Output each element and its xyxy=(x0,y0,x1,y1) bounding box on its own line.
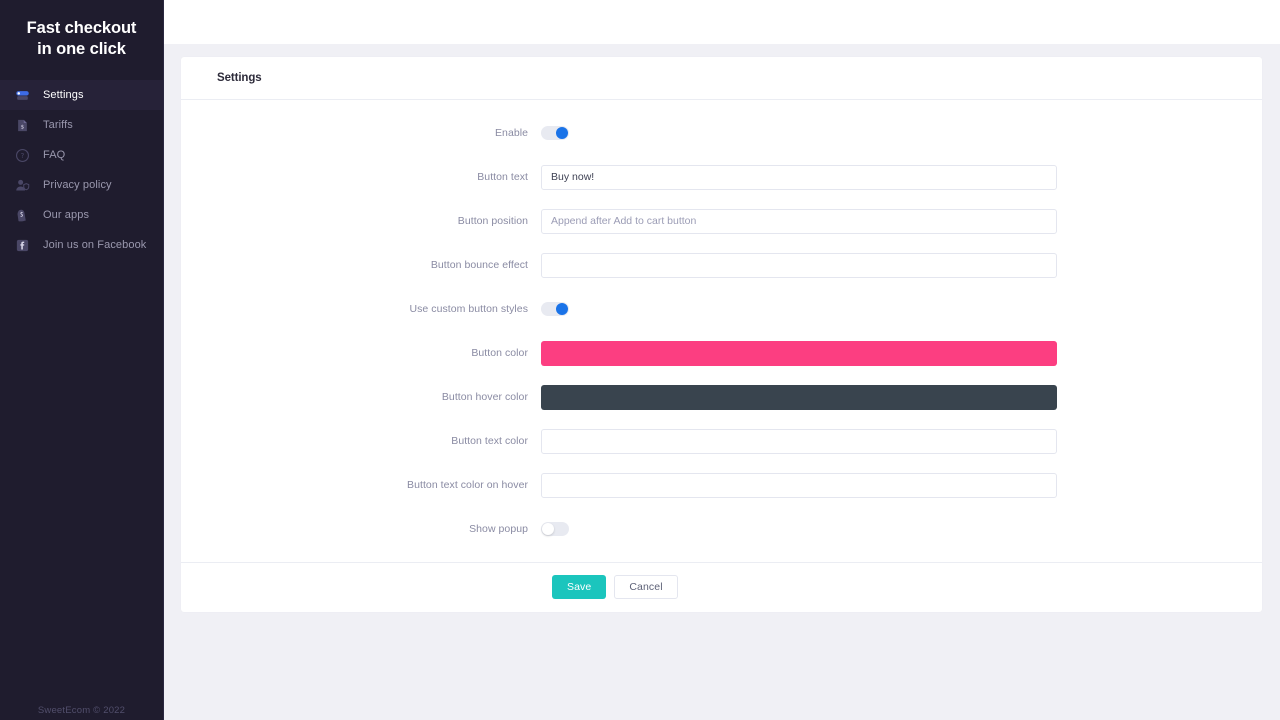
sidebar-item-label: FAQ xyxy=(43,149,65,161)
sidebar: Fast checkout in one click Settings xyxy=(0,0,164,720)
facebook-icon xyxy=(14,237,31,254)
card-footer: Save Cancel xyxy=(181,562,1262,612)
field-label: Button text xyxy=(181,171,541,183)
button-hover-color-swatch[interactable] xyxy=(541,385,1057,410)
user-shield-icon xyxy=(14,177,31,194)
show-popup-toggle[interactable] xyxy=(541,522,569,536)
sidebar-nav: Settings $ Tariffs ? xyxy=(0,80,163,260)
field-label: Button bounce effect xyxy=(181,259,541,271)
brand-line-2: in one click xyxy=(37,39,126,60)
topbar xyxy=(164,0,1280,44)
field-label: Button hover color xyxy=(181,391,541,403)
sidebar-item-faq[interactable]: ? FAQ xyxy=(0,140,163,170)
shopify-bag-icon xyxy=(14,207,31,224)
sidebar-footer-copyright: SweetEcom © 2022 xyxy=(0,705,163,716)
save-button[interactable]: Save xyxy=(552,575,606,599)
brand-line-1: Fast checkout xyxy=(27,18,137,39)
svg-text:?: ? xyxy=(21,152,25,160)
form-row-button-text-color-on-hover: Button text color on hover xyxy=(181,470,1262,500)
form-row-enable: Enable xyxy=(181,118,1262,148)
form-row-button-color: Button color xyxy=(181,338,1262,368)
form-row-button-hover-color: Button hover color xyxy=(181,382,1262,412)
sidebar-item-privacy-policy[interactable]: Privacy policy xyxy=(0,170,163,200)
enable-toggle[interactable] xyxy=(541,126,569,140)
form-row-use-custom-button-styles: Use custom button styles xyxy=(181,294,1262,324)
form-row-button-bounce-effect: Button bounce effect xyxy=(181,250,1262,280)
form-row-show-popup: Show popup xyxy=(181,514,1262,544)
sidebar-item-label: Tariffs xyxy=(43,119,73,131)
sidebar-item-label: Settings xyxy=(43,89,84,101)
card-header: Settings xyxy=(181,57,1262,100)
form-row-button-position: Button position xyxy=(181,206,1262,236)
sidebar-item-settings[interactable]: Settings xyxy=(0,80,163,110)
button-bounce-effect-input[interactable] xyxy=(541,253,1057,278)
cancel-button[interactable]: Cancel xyxy=(614,575,677,599)
page-title: Settings xyxy=(217,72,262,84)
settings-card: Settings Enable Button text xyxy=(181,57,1262,612)
sidebar-item-our-apps[interactable]: Our apps xyxy=(0,200,163,230)
price-document-icon: $ xyxy=(14,117,31,134)
app-root: Fast checkout in one click Settings xyxy=(0,0,1280,720)
field-label: Use custom button styles xyxy=(181,303,541,315)
form-row-button-text-color: Button text color xyxy=(181,426,1262,456)
sidebar-item-label: Our apps xyxy=(43,209,89,221)
toggle-switch-icon xyxy=(14,87,31,104)
sidebar-item-label: Privacy policy xyxy=(43,179,112,191)
main-area: Settings Enable Button text xyxy=(164,0,1280,720)
sidebar-item-label: Join us on Facebook xyxy=(43,239,146,251)
field-label: Button text color xyxy=(181,435,541,447)
field-label: Button text color on hover xyxy=(181,479,541,491)
brand-title: Fast checkout in one click xyxy=(0,0,163,78)
field-label: Enable xyxy=(181,127,541,139)
button-text-color-input[interactable] xyxy=(541,429,1057,454)
button-text-input[interactable] xyxy=(541,165,1057,190)
button-color-swatch[interactable] xyxy=(541,341,1057,366)
question-circle-icon: ? xyxy=(14,147,31,164)
sidebar-item-tariffs[interactable]: $ Tariffs xyxy=(0,110,163,140)
use-custom-button-styles-toggle[interactable] xyxy=(541,302,569,316)
field-label: Show popup xyxy=(181,523,541,535)
settings-form: Enable Button text Button xyxy=(181,100,1262,562)
field-label: Button color xyxy=(181,347,541,359)
button-position-input[interactable] xyxy=(541,209,1057,234)
button-text-color-on-hover-input[interactable] xyxy=(541,473,1057,498)
sidebar-item-join-us-on-facebook[interactable]: Join us on Facebook xyxy=(0,230,163,260)
svg-text:$: $ xyxy=(21,124,25,130)
field-label: Button position xyxy=(181,215,541,227)
content-area: Settings Enable Button text xyxy=(164,44,1280,720)
form-row-button-text: Button text xyxy=(181,162,1262,192)
